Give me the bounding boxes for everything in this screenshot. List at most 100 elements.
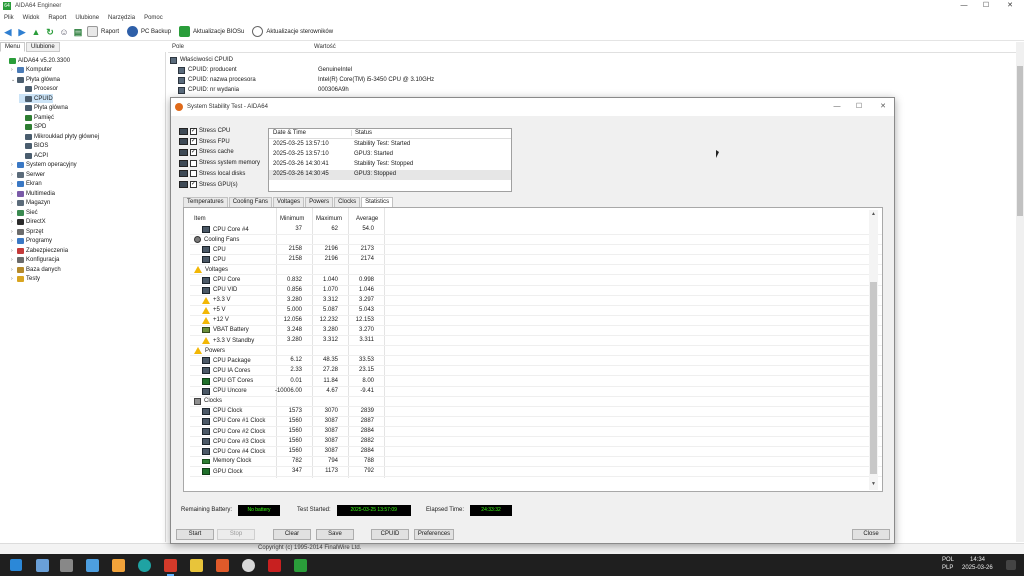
tree-item[interactable]: › Multimedia xyxy=(11,189,55,198)
stress-checkbox[interactable]: ✓ xyxy=(190,127,197,135)
stress-option[interactable]: ✓ Stress FPU xyxy=(179,137,230,147)
tab-clocks[interactable]: Clocks xyxy=(334,197,361,207)
tree-item[interactable]: SPD xyxy=(19,123,46,132)
stats-group-row[interactable]: Powers xyxy=(190,346,882,357)
back-arrow-icon[interactable]: ◀ xyxy=(3,27,13,37)
stats-row[interactable]: +3.3 V 3.280 3.312 3.297 xyxy=(190,296,882,306)
start-menu-icon[interactable] xyxy=(10,559,22,571)
menu-item-widok[interactable]: Widok xyxy=(23,15,40,21)
stress-checkbox[interactable]: ✓ xyxy=(190,138,197,146)
tree-item[interactable]: › Serwer xyxy=(11,170,45,179)
menu-item-plik[interactable]: Plik xyxy=(4,15,14,21)
column-date[interactable]: Date & Time xyxy=(273,130,306,136)
tree-item[interactable]: › Zabezpieczenia xyxy=(11,246,68,255)
menu-item-pomoc[interactable]: Pomoc xyxy=(144,15,163,21)
scroll-down-icon[interactable]: ▼ xyxy=(869,481,878,489)
stats-row[interactable]: CPU Core #1 Clock 1560 3087 2887 xyxy=(190,417,882,427)
tree-item[interactable]: Mikroukład płyty głównej xyxy=(19,132,99,141)
stats-row[interactable]: CPU Package 6.12 48.35 33.53 xyxy=(190,356,882,367)
stress-checkbox[interactable]: ✓ xyxy=(190,181,197,188)
start-button[interactable]: Start xyxy=(176,529,214,540)
statistics-scrollbar[interactable]: ▲ ▼ xyxy=(869,210,878,490)
tree-item[interactable]: › Konfiguracja xyxy=(11,256,59,265)
statistics-scrollbar-thumb[interactable] xyxy=(870,282,877,474)
keyboard-layout[interactable]: PLP xyxy=(942,565,953,571)
edge-browser-icon[interactable] xyxy=(138,559,151,572)
tree-item[interactable]: BIOS xyxy=(19,142,48,151)
stats-row[interactable]: CPU 2158 2196 2174 xyxy=(190,255,882,266)
tree-item[interactable]: › Magazyn xyxy=(11,199,50,208)
stop-button[interactable]: Stop xyxy=(217,529,255,540)
tree-item[interactable]: › Sprzęt xyxy=(11,227,43,236)
stats-row[interactable]: GPU Clock 347 1173 792 xyxy=(190,467,882,478)
main-scrollbar[interactable] xyxy=(1016,42,1024,542)
stats-row[interactable]: CPU IA Cores 2.33 27.28 23.15 xyxy=(190,366,882,377)
report-button[interactable]: Raport xyxy=(87,26,119,37)
stability-test-icon[interactable] xyxy=(164,559,177,576)
stress-option[interactable]: Stress system memory xyxy=(179,158,260,168)
driver-update-button[interactable]: Aktualizacje sterowników xyxy=(252,26,333,37)
stats-row[interactable]: CPU Core #4 Clock 1560 3087 2884 xyxy=(190,447,882,458)
tree-item[interactable]: › Programy xyxy=(11,237,52,246)
tree-item[interactable]: Pamięć xyxy=(19,113,54,122)
stress-option[interactable]: ✓ Stress CPU xyxy=(179,126,230,136)
stats-row[interactable]: VBAT Battery 3.248 3.280 3.270 xyxy=(190,326,882,336)
tree-item[interactable]: › System operacyjny xyxy=(11,161,77,170)
stats-row[interactable]: CPU Uncore -10006.00 4.67 -9.41 xyxy=(190,387,882,397)
stats-row[interactable]: +5 V 5.000 5.087 5.043 xyxy=(190,306,882,316)
stress-option[interactable]: Stress local disks xyxy=(179,169,245,179)
stress-option[interactable]: ✓ Stress GPU(s) xyxy=(179,180,238,190)
notifications-icon[interactable] xyxy=(1006,560,1016,570)
menu-item-ulubione[interactable]: Ulubione xyxy=(75,15,99,21)
status-log-row[interactable]: 2025-03-25 13:57:10 Stability Test: Start… xyxy=(269,140,511,150)
column-status[interactable]: Status xyxy=(351,130,372,136)
tab-cooling-fans[interactable]: Cooling Fans xyxy=(228,197,273,207)
stats-row[interactable]: CPU Core 0.832 1.040 0.998 xyxy=(190,276,882,286)
stats-row[interactable]: +3.3 V Standby 3.280 3.312 3.311 xyxy=(190,336,882,347)
stress-checkbox[interactable]: ✓ xyxy=(190,148,197,156)
status-log-row[interactable]: 2025-03-26 14:30:45 GPU3: Stopped xyxy=(269,170,511,180)
column-value[interactable]: Wartość xyxy=(314,42,336,52)
tree-item[interactable]: › DirectX xyxy=(11,218,46,227)
close-dialog-button[interactable]: Close xyxy=(852,529,890,540)
tree-item[interactable]: ACPI xyxy=(19,151,48,160)
files-icon[interactable] xyxy=(86,559,99,572)
up-arrow-icon[interactable]: ▲ xyxy=(31,27,41,37)
tab-menu[interactable]: Menu xyxy=(0,42,26,52)
status-log-row[interactable]: 2025-03-26 14:30:41 Stability Test: Stopp… xyxy=(269,160,511,170)
close-button[interactable]: ✕ xyxy=(996,0,1024,12)
stress-checkbox[interactable] xyxy=(190,159,197,167)
tree-item[interactable]: › Komputer xyxy=(11,66,52,75)
column-average[interactable]: Average xyxy=(356,216,378,222)
clock-time[interactable]: 14:34 xyxy=(970,557,985,563)
refresh-icon[interactable]: ↻ xyxy=(45,27,55,37)
details-row[interactable]: CPUID: nr wydania 000306A9h xyxy=(178,85,349,95)
file-explorer-icon[interactable] xyxy=(190,559,203,572)
acrobat-icon[interactable] xyxy=(268,559,281,572)
status-log-row[interactable]: 2025-03-25 13:57:10 GPU3: Started xyxy=(269,150,511,160)
stats-row[interactable]: CPU Core #4 37 62 54.0 xyxy=(190,225,882,235)
clear-button[interactable]: Clear xyxy=(273,529,311,540)
scrollbar-thumb[interactable] xyxy=(1017,66,1023,216)
stats-group-row[interactable]: Voltages xyxy=(190,265,882,276)
bios-update-button[interactable]: Aktualizacje BIOSu xyxy=(179,26,244,37)
dialog-maximize-button[interactable]: ☐ xyxy=(853,101,865,113)
column-maximum[interactable]: Maximum xyxy=(316,216,342,222)
user-icon[interactable]: ☺ xyxy=(59,27,69,37)
tab-temperatures[interactable]: Temperatures xyxy=(183,197,228,207)
stats-group-row[interactable]: Clocks xyxy=(190,397,882,407)
stats-row[interactable]: CPU 2158 2196 2173 xyxy=(190,245,882,256)
tab-powers[interactable]: Powers xyxy=(305,197,334,207)
preferences-button[interactable]: Preferences xyxy=(414,529,454,540)
tree-item[interactable]: › Sieć xyxy=(11,208,38,217)
stats-row[interactable]: CPU GT Cores 0.01 11.84 8.00 xyxy=(190,377,882,387)
stats-row[interactable]: CPU Core #3 Clock 1560 3087 2882 xyxy=(190,437,882,448)
tab-voltages[interactable]: Voltages xyxy=(273,197,305,207)
menu-item-narzedzia[interactable]: Narzędzia xyxy=(108,15,135,21)
chrome-browser-icon[interactable] xyxy=(242,559,255,572)
stats-row[interactable]: CPU Core #2 Clock 1560 3087 2884 xyxy=(190,427,882,437)
dialog-minimize-button[interactable]: — xyxy=(831,101,843,113)
task-view-icon[interactable] xyxy=(60,559,73,572)
stats-row[interactable]: +12 V 12.056 12.232 12.153 xyxy=(190,316,882,326)
chart-icon[interactable]: ▤ xyxy=(73,27,83,37)
